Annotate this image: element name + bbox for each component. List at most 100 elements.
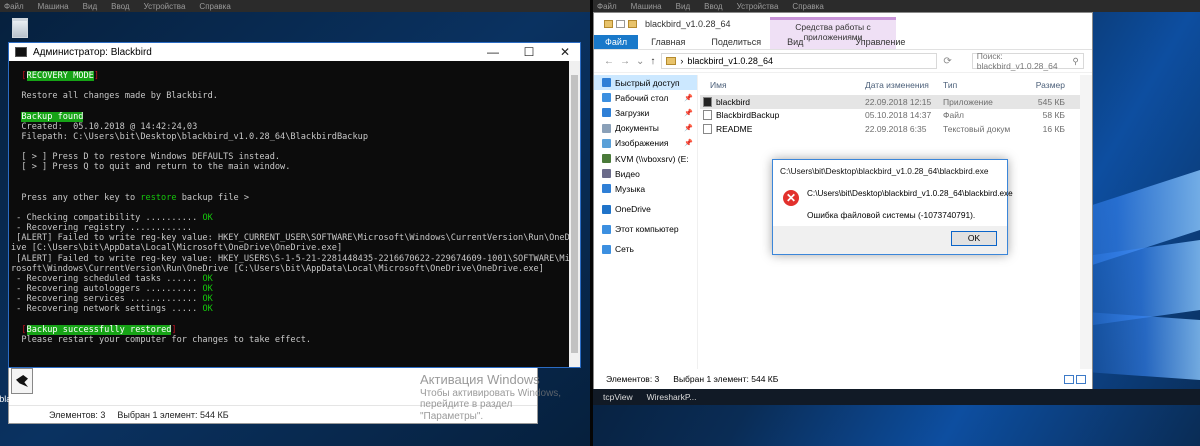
console-scrollbar[interactable] [569, 61, 580, 367]
breadcrumb-chevron-icon: › [680, 56, 684, 66]
file-name: BlackbirdBackup [716, 110, 780, 121]
console-line: [Backup successfully restored] [11, 324, 569, 335]
tab-home[interactable]: Главная [638, 37, 698, 47]
tab-manage[interactable]: Управление [842, 37, 918, 47]
nav-item[interactable]: OneDrive [594, 202, 697, 217]
column-size[interactable]: Размер [1019, 80, 1065, 90]
console-line: Backup found [11, 111, 569, 122]
host-menu-item[interactable]: Машина [631, 2, 662, 11]
file-row[interactable]: BlackbirdBackup 05.10.2018 14:37 Файл 58 КБ [700, 109, 1080, 123]
dialog-title: C:\Users\bit\Desktop\blackbird_v1.0.28_6… [780, 166, 989, 176]
forward-arrow-icon[interactable]: → [620, 56, 630, 67]
right-vm-menu-bar: Файл Машина Вид Ввод Устройства Справка [593, 0, 1200, 12]
host-menu-item[interactable]: Устройства [737, 2, 779, 11]
pin-icon: 📌 [684, 125, 693, 133]
blackbird-desktop-icon[interactable]: blackbird_v [0, 368, 45, 404]
file-row[interactable]: blackbird 22.09.2018 12:15 Приложение 545 К… [700, 95, 1080, 109]
view-toggle[interactable] [1064, 374, 1092, 384]
file-name-cell: BlackbirdBackup [700, 110, 865, 121]
nav-item[interactable]: Загрузки 📌 [594, 105, 697, 120]
host-menu-item[interactable]: Файл [597, 2, 617, 11]
error-dialog[interactable]: C:\Users\bit\Desktop\blackbird_v1.0.28_6… [772, 159, 1013, 255]
file-size: 58 КБ [1042, 110, 1065, 121]
dialog-body: ✕ C:\Users\bit\Desktop\blackbird_v1.0.28… [773, 182, 1013, 226]
nav-item[interactable]: Музыка [594, 181, 697, 196]
host-menu-item[interactable]: Справка [792, 2, 823, 11]
selected-info: Выбран 1 элемент: 544 КБ [117, 409, 229, 420]
blackbird-app-icon [11, 368, 33, 394]
activation-line: "Параметры". [420, 410, 484, 422]
app-icon [703, 96, 712, 107]
host-menu-item[interactable]: Файл [4, 2, 24, 11]
nav-item[interactable]: Сеть [594, 242, 697, 257]
status-ok: OK [202, 304, 213, 315]
recycle-bin-icon[interactable] [6, 14, 34, 42]
file-date: 05.10.2018 14:37 [865, 110, 932, 121]
nav-item[interactable]: KVM (\\vboxsrv) (E: [594, 151, 697, 166]
nav-item[interactable]: Документы 📌 [594, 121, 697, 136]
refresh-icon[interactable]: ⟳ [943, 56, 951, 67]
nav-item[interactable]: Рабочий стол 📌 [594, 90, 697, 105]
console-line: [ > ] Press Q to quit and return to the … [11, 162, 291, 173]
maximize-icon[interactable]: ☐ [514, 45, 544, 59]
nav-item[interactable]: Быстрый доступ [594, 75, 697, 91]
explorer-scrollbar[interactable] [1080, 75, 1092, 369]
nav-item-label: Загрузки [615, 107, 650, 118]
desktop-icon-label: blackbird_v [0, 394, 45, 404]
close-icon[interactable]: ✕ [550, 45, 580, 59]
tab-view[interactable]: Вид [774, 37, 816, 47]
column-date[interactable]: Дата изменения [865, 80, 943, 90]
host-menu-item[interactable]: Машина [38, 2, 69, 11]
console-title-bar[interactable]: Администратор: Blackbird — ☐ ✕ [9, 43, 580, 61]
desktop-icon [602, 93, 611, 103]
nav-item-label: Сеть [615, 244, 634, 255]
details-view-icon[interactable] [1064, 374, 1074, 384]
host-menu-item[interactable]: Ввод [111, 2, 129, 11]
quick-access-toolbar[interactable] [594, 20, 637, 28]
host-menu-item[interactable]: Ввод [704, 2, 722, 11]
breadcrumb-folder[interactable]: blackbird_v1.0.28_64 [687, 56, 773, 66]
network-drive-icon [602, 154, 611, 164]
recent-chevron-icon[interactable]: ⌄ [636, 56, 644, 67]
file-row[interactable]: README 22.09.2018 6:35 Текстовый докум 16 К… [700, 122, 1080, 136]
up-arrow-icon[interactable]: ↑ [650, 56, 655, 67]
host-menu-item[interactable]: Устройства [144, 2, 186, 11]
search-icon: ⚲ [1072, 55, 1079, 66]
explorer-status-bar: Элементов: 3 Выбран 1 элемент: 544 КБ [594, 369, 1092, 389]
console-title: Администратор: Blackbird [33, 46, 152, 58]
badge-bracket: ] [171, 324, 177, 335]
minimize-icon[interactable]: — [478, 45, 508, 59]
console-line: Please restart your computer for changes… [11, 334, 312, 345]
host-menu-item[interactable]: Вид [83, 2, 97, 11]
status-step: - Recovering autologgers .......... [11, 283, 203, 294]
computer-icon [602, 224, 611, 234]
host-menu-item[interactable]: Вид [676, 2, 690, 11]
console-line: - Recovering autologgers .......... OK [11, 284, 569, 294]
taskbar-item[interactable]: tcpView [603, 392, 633, 402]
status-badge: RECOVERY MODE [26, 71, 94, 81]
search-input[interactable]: Поиск: blackbird_v1.0.28_64 ⚲ [971, 51, 1084, 71]
column-name[interactable]: Имя [700, 80, 865, 90]
column-type[interactable]: Тип [943, 80, 1019, 90]
file-type: Приложение [943, 96, 993, 107]
large-icons-view-icon[interactable] [1076, 374, 1086, 384]
nav-item-label: Быстрый доступ [615, 77, 680, 88]
status-step: - Recovering scheduled tasks ...... [11, 273, 203, 284]
console-line: - Recovering services ............. OK [11, 294, 569, 304]
documents-icon [602, 123, 611, 133]
tab-file[interactable]: Файл [594, 35, 639, 49]
address-bar[interactable]: › blackbird_v1.0.28_64 [661, 53, 938, 69]
nav-item[interactable]: Изображения 📌 [594, 136, 697, 151]
ok-button[interactable]: OK [951, 231, 997, 246]
tab-share[interactable]: Поделиться [698, 37, 774, 47]
nav-item[interactable]: Видео [594, 166, 697, 181]
back-arrow-icon[interactable]: ← [604, 56, 614, 67]
nav-item[interactable]: Этот компьютер [594, 222, 697, 237]
host-menu-item[interactable]: Справка [199, 2, 230, 11]
nav-item-label: Изображения [615, 138, 669, 149]
taskbar-item[interactable]: WiresharkP... [647, 392, 697, 402]
file-icon [703, 110, 712, 121]
explorer-title-bar[interactable]: blackbird_v1.0.28_64 Средства работы с п… [594, 13, 1092, 49]
console-window[interactable]: Администратор: Blackbird — ☐ ✕ [RECOVERY… [8, 42, 581, 368]
